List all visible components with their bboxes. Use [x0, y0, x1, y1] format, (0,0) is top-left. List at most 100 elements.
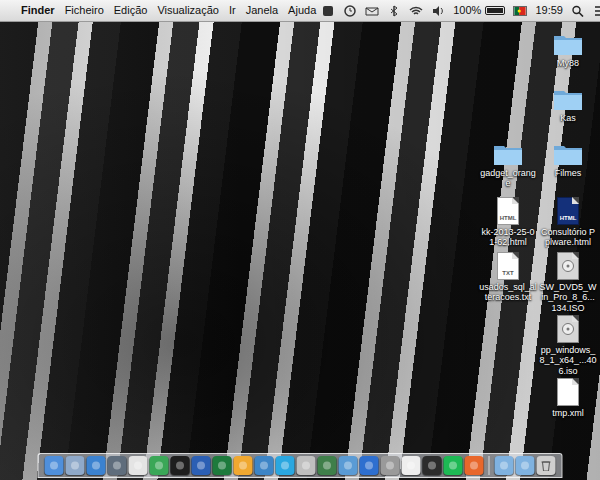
dock-app-icon[interactable] — [87, 456, 106, 475]
volume-icon[interactable] — [431, 5, 445, 17]
input-flag-icon[interactable] — [513, 6, 527, 16]
file-type-tag: HTML — [560, 215, 577, 221]
app-glyph-icon — [238, 460, 249, 471]
desktop-icon[interactable]: gadget_orange — [478, 140, 538, 195]
battery-icon — [485, 6, 505, 15]
dock-app-icon[interactable] — [339, 456, 358, 475]
icon-label: Filmes — [539, 168, 597, 178]
app-glyph-icon — [175, 460, 186, 471]
app-glyph-icon — [91, 460, 102, 471]
app-glyph-icon — [112, 460, 123, 471]
menu-item[interactable]: Ajuda — [283, 2, 321, 19]
dock-app-icon[interactable] — [297, 456, 316, 475]
dock-app-icon[interactable] — [45, 456, 64, 475]
icon-label: My88 — [539, 58, 597, 68]
dock-separator — [489, 456, 490, 475]
desktop-icon[interactable]: tmp.xml — [538, 376, 598, 431]
menu-item[interactable]: Ficheiro — [60, 2, 109, 19]
icon-label: SW_DVD5_Win_Pro_8_6...134.ISO — [539, 282, 597, 313]
wifi-icon[interactable] — [409, 5, 423, 17]
dock-app-icon[interactable] — [108, 456, 127, 475]
dock-app-icon[interactable] — [444, 456, 463, 475]
desktop-icon[interactable]: Filmes — [538, 140, 598, 195]
icon-label: tmp.xml — [539, 408, 597, 418]
app-glyph-icon — [196, 460, 207, 471]
dock-app-icon[interactable] — [465, 456, 484, 475]
dock-app-icon[interactable] — [171, 456, 190, 475]
app-glyph-icon — [154, 460, 165, 471]
desktop-icons: My88Kasgadget_orangeFilmesHTMLkk-2013-25… — [478, 30, 598, 431]
desktop-icon[interactable]: SW_DVD5_Win_Pro_8_6...134.ISO — [538, 250, 598, 313]
app-glyph-icon — [322, 460, 333, 471]
desktop-icon[interactable]: Kas — [538, 85, 598, 140]
dock-app-icon[interactable] — [234, 456, 253, 475]
app-glyph-icon — [133, 460, 144, 471]
disk-icon — [562, 260, 574, 272]
dock-app-icon[interactable] — [276, 456, 295, 475]
app-glyph-icon — [406, 460, 417, 471]
app-glyph-icon — [259, 460, 270, 471]
icon-label: Kas — [539, 113, 597, 123]
menu-item[interactable]: Janela — [241, 2, 283, 19]
document-icon: TXT — [497, 252, 519, 280]
dock-app-icon[interactable] — [495, 456, 514, 475]
dock-app-icon[interactable] — [402, 456, 421, 475]
dock-app-icon[interactable] — [66, 456, 85, 475]
app-glyph-icon — [343, 460, 354, 471]
app-glyph-icon — [427, 460, 438, 471]
notifications-icon[interactable] — [593, 5, 600, 17]
disk-icon — [562, 323, 574, 335]
time-machine-icon[interactable] — [343, 5, 357, 17]
dock-app-icon[interactable] — [192, 456, 211, 475]
spotlight-icon[interactable] — [571, 5, 585, 17]
app-glyph-icon — [301, 460, 312, 471]
mail-status-icon[interactable] — [365, 5, 379, 17]
menu-item[interactable]: Visualização — [152, 2, 224, 19]
battery-reading: 100% — [453, 2, 481, 19]
status-area: 100% 19:59 — [321, 2, 600, 19]
app-glyph-icon — [520, 460, 531, 471]
menu-item[interactable]: Edição — [109, 2, 153, 19]
dock-app-icon[interactable] — [150, 456, 169, 475]
trash-icon[interactable] — [537, 456, 556, 475]
menu-item[interactable]: Ir — [224, 2, 241, 19]
desktop-icon[interactable]: HTMLkk-2013-25-01-62.html — [478, 195, 538, 250]
app-glyph-icon — [448, 460, 459, 471]
document-icon — [557, 378, 579, 406]
dock-app-icon[interactable] — [255, 456, 274, 475]
dock-app-icon[interactable] — [129, 456, 148, 475]
desktop-icon[interactable]: HTML Consultório Pplware.html — [538, 195, 598, 250]
dock-app-icon[interactable] — [381, 456, 400, 475]
clock[interactable]: 19:59 — [535, 2, 563, 19]
icon-label: pp_windows_8_1_x64_...406.iso — [539, 345, 597, 376]
app-glyph-icon — [280, 460, 291, 471]
dock-app-icon[interactable] — [318, 456, 337, 475]
app-glyph-icon — [385, 460, 396, 471]
icon-label: kk-2013-25-01-62.html — [479, 227, 537, 248]
file-type-tag: TXT — [502, 270, 513, 276]
dock-app-icon[interactable] — [360, 456, 379, 475]
battery-status[interactable]: 100% — [453, 2, 505, 19]
app-status-icon[interactable] — [321, 5, 335, 17]
dock-app-icon[interactable] — [423, 456, 442, 475]
desktop-icon[interactable]: pp_windows_8_1_x64_...406.iso — [538, 313, 598, 376]
document-icon: HTML — [497, 197, 519, 225]
trash-glyph-icon — [541, 460, 552, 471]
disk-image-icon — [557, 315, 579, 343]
folder-icon — [553, 32, 583, 56]
dock-app-icon[interactable] — [213, 456, 232, 475]
icon-label: Consultório Pplware.html — [539, 227, 597, 248]
app-glyph-icon — [70, 460, 81, 471]
app-glyph-icon — [364, 460, 375, 471]
menu-bar: FinderFicheiroEdiçãoVisualizaçãoIrJanela… — [0, 0, 600, 22]
desktop-icon[interactable]: TXTusados_sql_alteracoes.txt — [478, 250, 538, 313]
desktop: My88Kasgadget_orangeFilmesHTMLkk-2013-25… — [0, 22, 600, 480]
bluetooth-icon[interactable] — [387, 5, 401, 17]
desktop-icon[interactable]: My88 — [538, 30, 598, 85]
dock-app-icon[interactable] — [516, 456, 535, 475]
app-glyph-icon — [49, 460, 60, 471]
app-glyph-icon — [499, 460, 510, 471]
app-menu[interactable]: Finder — [16, 2, 60, 19]
icon-label: gadget_orange — [479, 168, 537, 189]
dock — [38, 453, 563, 478]
